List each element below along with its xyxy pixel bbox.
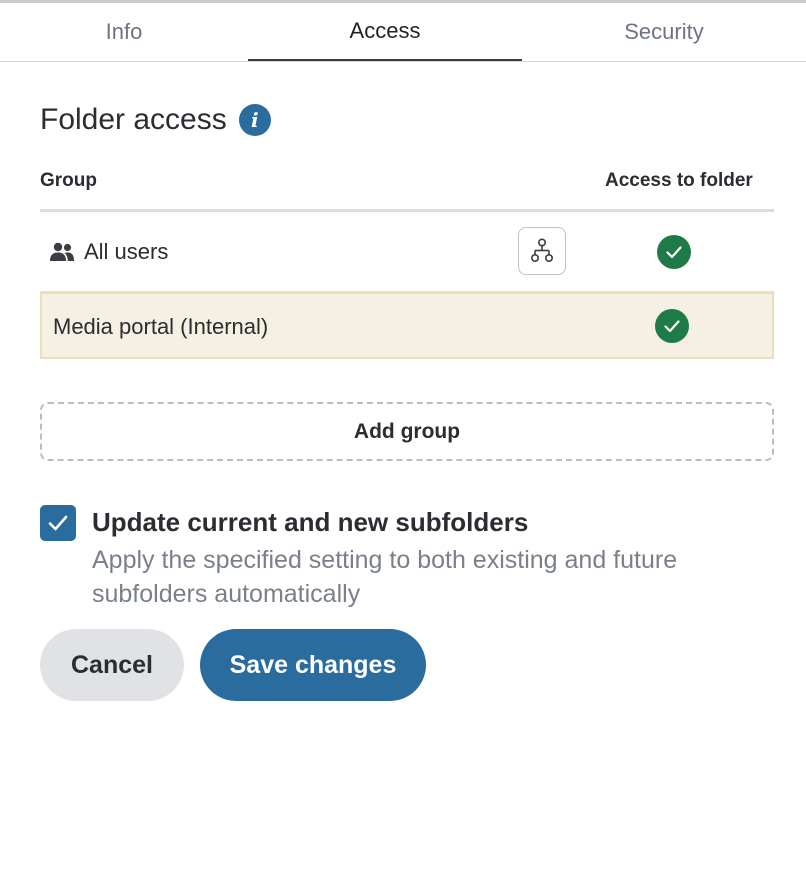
add-group-button[interactable]: Add group [40,402,774,461]
cancel-button[interactable]: Cancel [40,629,184,701]
update-subfolders-description: Apply the specified setting to both exis… [92,546,678,608]
table-row-all-users: All users [40,212,774,292]
tab-bar: Info Access Security [0,3,806,62]
tab-info[interactable]: Info [0,3,248,61]
update-subfolders-label[interactable]: Update current and new subfolders [92,507,528,538]
column-header-group: Group [40,170,97,191]
tab-access[interactable]: Access [248,3,522,61]
page-title-container: Folder access i [40,103,271,137]
access-granted-icon [655,309,689,343]
group-name: All users [84,239,169,264]
info-icon[interactable]: i [238,104,271,136]
column-header-access: Access to folder [605,170,753,191]
access-granted-icon [657,235,691,269]
page-title: Folder access [40,103,227,136]
hierarchy-button[interactable] [518,227,566,275]
users-icon [50,242,74,261]
table-row-media-portal[interactable]: Media portal (Internal) [40,292,774,359]
update-subfolders-checkbox[interactable] [40,505,76,541]
save-changes-button[interactable]: Save changes [200,629,426,701]
tab-security[interactable]: Security [522,3,806,61]
checkmark-icon [48,515,68,531]
hierarchy-icon [530,238,554,262]
group-name: Media portal (Internal) [53,314,269,339]
